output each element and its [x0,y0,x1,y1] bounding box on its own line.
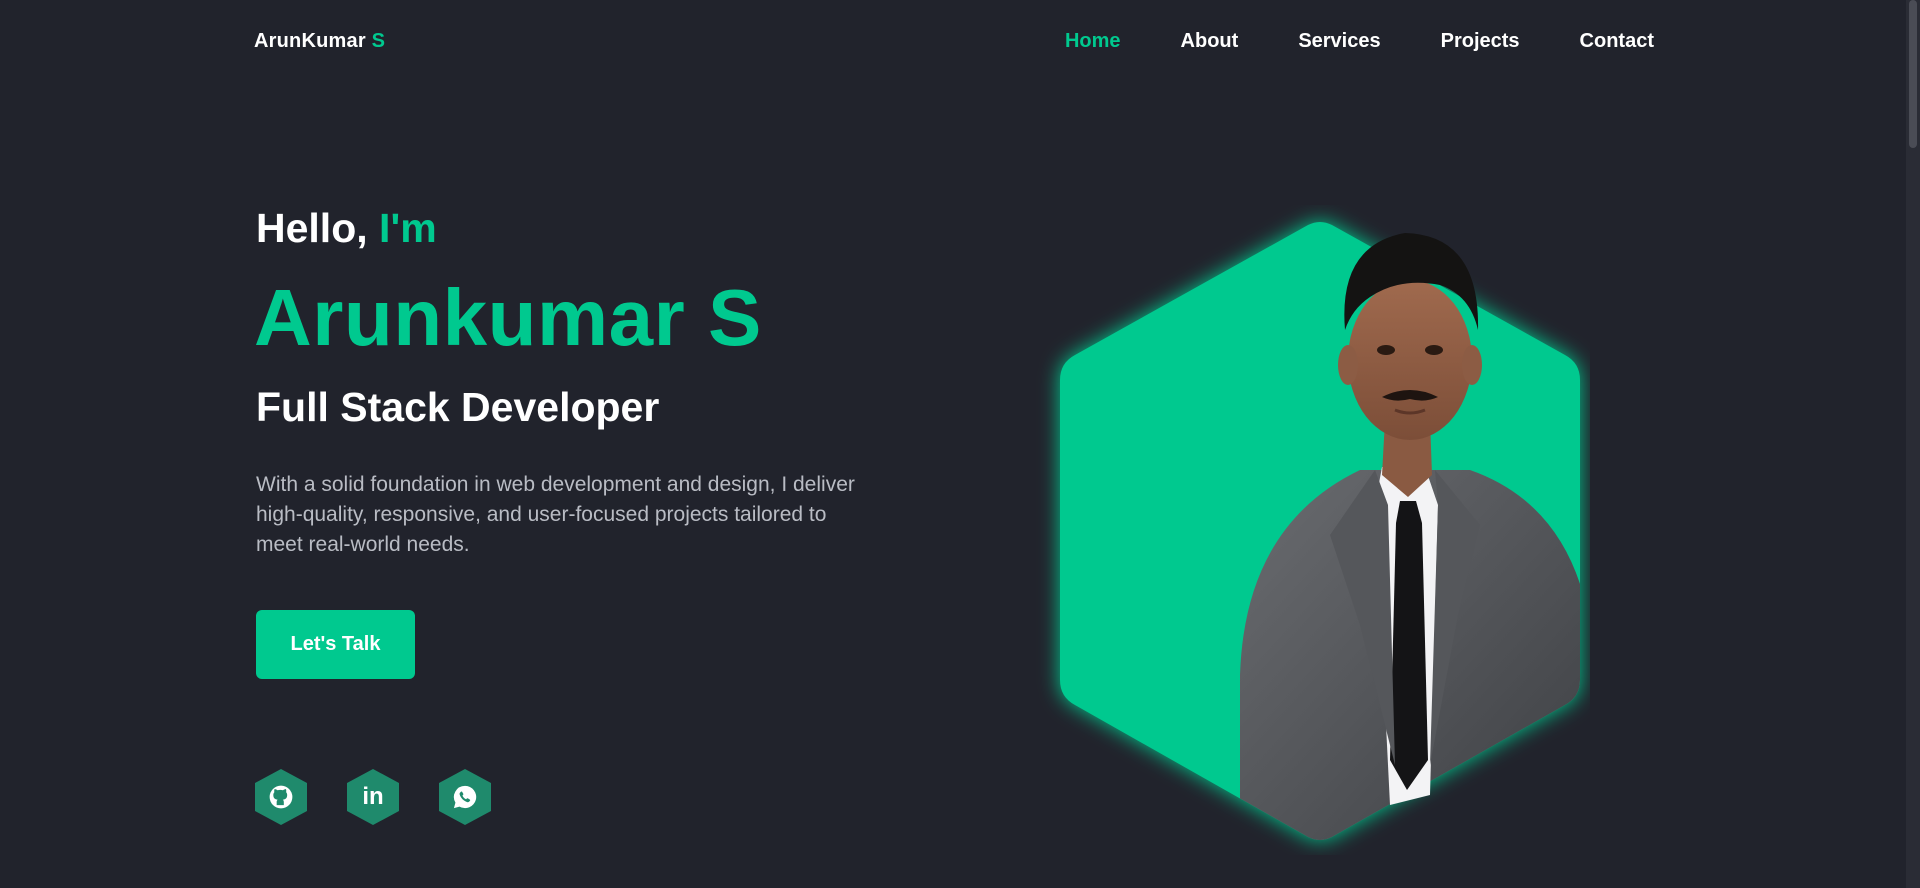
greeting-accent: I'm [379,205,437,251]
linkedin-icon: in [362,783,384,810]
logo-accent: S [371,30,386,52]
hero-role: Full Stack Developer [256,384,660,430]
portrait-illustration [1060,222,1580,840]
social-links: in [255,769,491,825]
hero-name: Arunkumar S [254,273,762,362]
nav-contact-link[interactable]: Contact [1580,30,1654,53]
nav-services-link[interactable]: Services [1298,30,1380,53]
portfolio-page: ArunKumar S Home About Services Projects… [0,0,1920,888]
main-nav: Home About Services Projects Contact [1065,30,1654,53]
scrollbar-thumb[interactable] [1909,0,1917,148]
nav-about-link[interactable]: About [1181,30,1239,53]
site-logo[interactable]: ArunKumar S [254,30,385,53]
hero-greeting: Hello, I'm [256,205,437,252]
github-icon [269,785,293,809]
page-scrollbar[interactable] [1906,0,1920,888]
github-button[interactable] [255,769,307,825]
whatsapp-icon [453,785,477,809]
hero-portrait [1030,205,1590,855]
greeting-text: Hello, [256,205,368,251]
nav-projects-link[interactable]: Projects [1441,30,1520,53]
nav-home-link[interactable]: Home [1065,30,1121,53]
lets-talk-button[interactable]: Let's Talk [256,610,415,679]
linkedin-button[interactable]: in [347,769,399,825]
whatsapp-button[interactable] [439,769,491,825]
logo-text: ArunKumar [254,30,366,52]
hero-description: With a solid foundation in web developme… [256,473,855,556]
